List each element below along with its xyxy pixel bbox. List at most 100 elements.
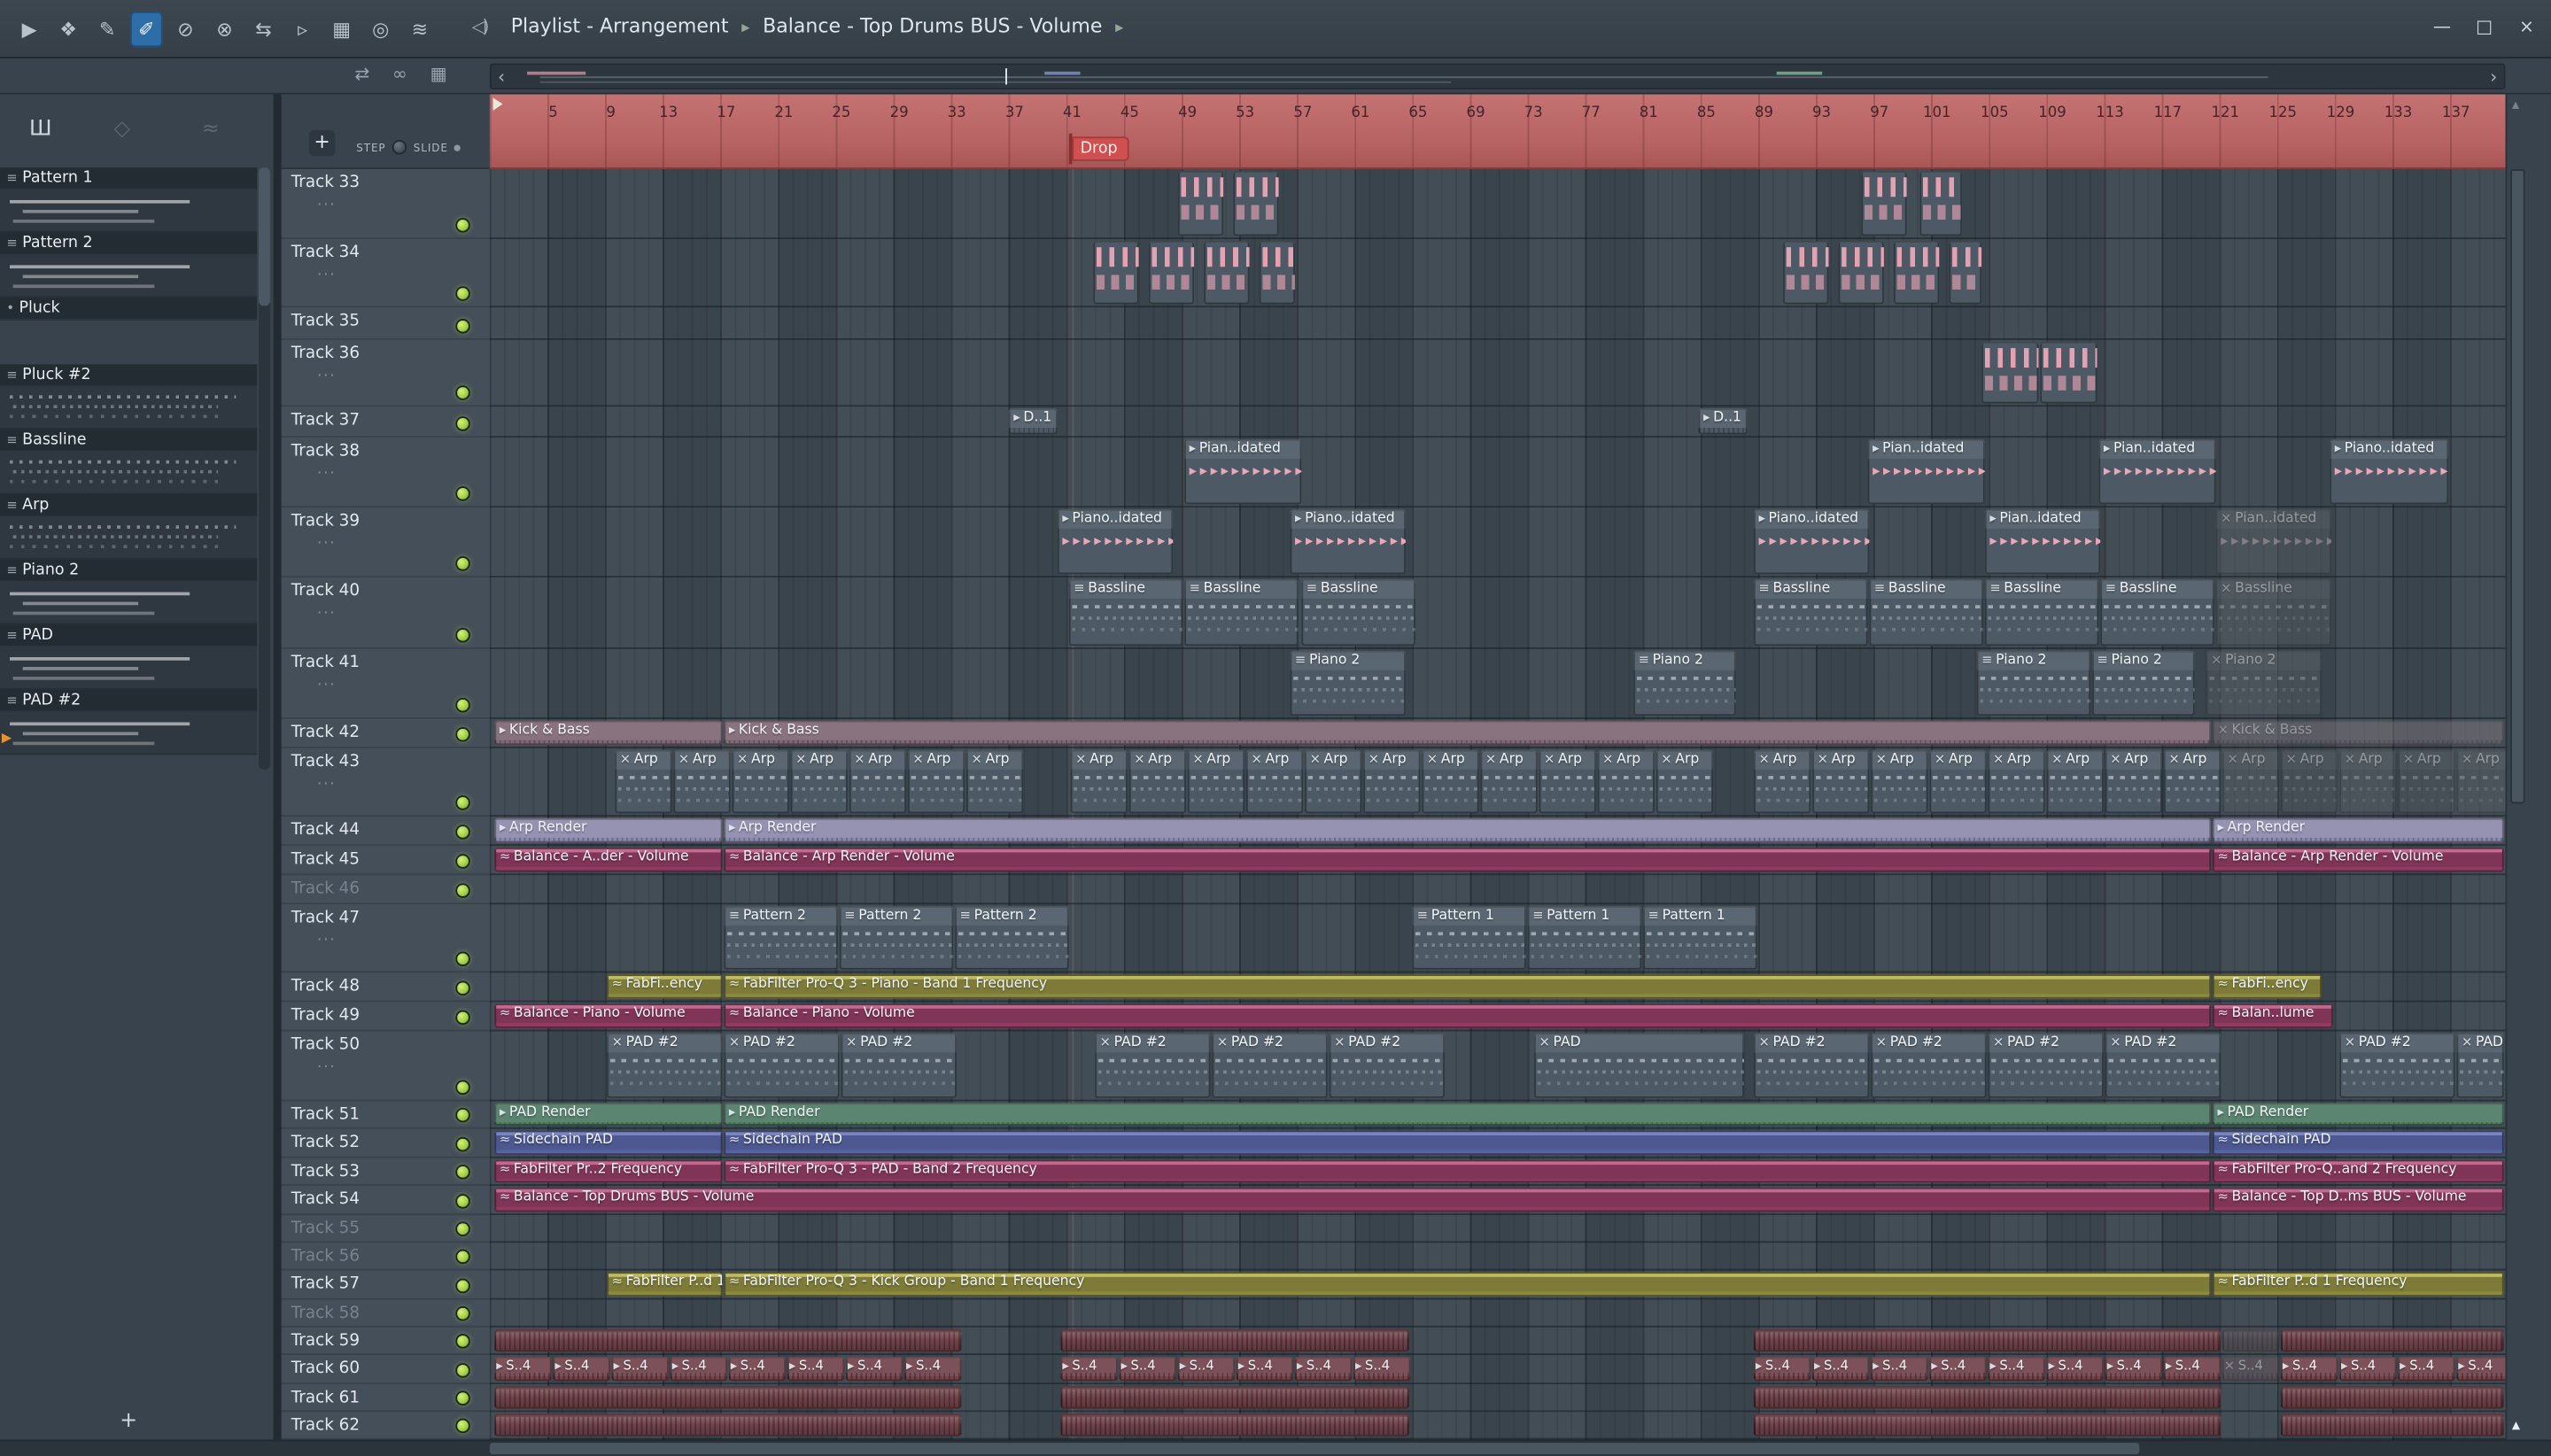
clip-drum2[interactable] [1981, 341, 2039, 404]
clip-sidechain-pad[interactable]: ≈ Sidechain PAD [2212, 1130, 2504, 1156]
track-mute-led[interactable] [455, 825, 470, 840]
clip-pad-2[interactable]: ×PAD #2 [841, 1033, 957, 1098]
clip-pad-2[interactable]: ×PAD #2 [1988, 1033, 2104, 1098]
track-header-track-43[interactable]: Track 43... [281, 747, 490, 817]
clip-pad-2[interactable]: ×PAD #2 [2105, 1033, 2221, 1098]
clip-pad-2[interactable]: ×PAD #2 [607, 1033, 723, 1098]
track-header-track-46[interactable]: Track 46 [281, 875, 490, 905]
track-header-track-47[interactable]: Track 47... [281, 904, 490, 973]
clip-fabfilter-p-d-1-frequency[interactable]: ≈FabFilter P..d 1 Frequency [2212, 1272, 2504, 1297]
track-mute-led[interactable] [455, 795, 470, 810]
clip-pian-idated[interactable]: ▸ Pian..idated [2098, 438, 2216, 505]
pattern-preview[interactable] [0, 190, 258, 233]
clip-arp[interactable]: × Arp [849, 749, 907, 814]
clip-s-4[interactable]: ▸ S..4 [2398, 1356, 2455, 1382]
clip-piano-2[interactable]: × Piano 2 [2206, 650, 2322, 716]
clip-arp[interactable]: × Arp [1871, 749, 1928, 814]
clip-pad-2[interactable]: ×PAD #2 [724, 1033, 840, 1098]
track-header-track-33[interactable]: Track 33... [281, 169, 490, 239]
clip-drum[interactable] [1893, 240, 1940, 305]
clip-s-4[interactable]: ▸ S..4 [2281, 1356, 2338, 1382]
clip-arp[interactable]: × Arp [2163, 749, 2221, 814]
clip-arp[interactable]: × Arp [2398, 749, 2455, 814]
close-button[interactable]: × [2512, 13, 2541, 43]
clip-fabfilter-pro-q-and-2-frequency[interactable]: ≈ FabFilter Pro-Q..and 2 Frequency [2212, 1159, 2504, 1183]
clip-bassline[interactable]: × Bassline [2215, 578, 2332, 647]
track-header-track-35[interactable]: Track 35 [281, 307, 490, 340]
clip-s-4[interactable]: ▸ S..4 [846, 1356, 903, 1382]
clip-drum[interactable] [1148, 240, 1195, 305]
track-header-track-53[interactable]: Track 53 [281, 1158, 490, 1186]
clip-s-4[interactable]: ▸ S..4 [494, 1356, 552, 1382]
clip-arp[interactable]: × Arp [1245, 749, 1304, 814]
clip-drum[interactable] [1177, 170, 1224, 236]
clip-strip[interactable] [1753, 1328, 2221, 1352]
clip-fabfilter-p-d-1-frequency[interactable]: ≈FabFilter P..d 1 Frequency [607, 1272, 723, 1297]
track-header-track-59[interactable]: Track 59 [281, 1327, 490, 1355]
clip-arp[interactable]: × Arp [615, 749, 672, 814]
clip-pattern-1[interactable]: ≡ Pattern 1 [1643, 906, 1757, 970]
clip-pattern-2[interactable]: ≡ Pattern 2 [955, 906, 1069, 970]
track-mute-led[interactable] [455, 318, 470, 334]
pattern-item-pattern-2[interactable]: ≡ Pattern 2 [0, 232, 258, 256]
clip-arp-render[interactable]: ▸ Arp Render [2212, 817, 2504, 843]
draw-tool[interactable]: ✎ [91, 12, 124, 47]
play-icon[interactable]: ▶ [13, 12, 46, 47]
clip-piano-2[interactable]: ≡ Piano 2 [2092, 650, 2195, 716]
track-mute-led[interactable] [455, 1363, 470, 1378]
select-tool[interactable]: ▦ [325, 12, 358, 47]
clip-arp[interactable]: × Arp [732, 749, 789, 814]
timeline-scrollbar[interactable]: ‹ › [489, 63, 2506, 90]
fl-logo-icon[interactable]: ❖ [52, 12, 85, 47]
clip-arp-render[interactable]: ▸ Arp Render [724, 817, 2212, 843]
clip-arp[interactable]: × Arp [673, 749, 731, 814]
mute-tool[interactable]: ⊗ [208, 12, 241, 47]
pattern-item-arp[interactable]: ≡ Arp [0, 494, 258, 518]
breadcrumb-target[interactable]: Balance - Top Drums BUS - Volume [763, 15, 1102, 38]
clip-s-4[interactable]: ▸ S..4 [2456, 1356, 2506, 1382]
clip-arp[interactable]: × Arp [2105, 749, 2163, 814]
track-mute-led[interactable] [455, 556, 470, 571]
pattern-preview[interactable] [0, 647, 258, 690]
track-mute-led[interactable] [455, 218, 470, 233]
track-mute-led[interactable] [455, 416, 470, 431]
clip-s-4[interactable]: ▸ S..4 [670, 1356, 728, 1382]
vertical-scrollbar[interactable]: ▴ ▴ [2505, 94, 2529, 1440]
clip-arp[interactable]: × Arp [1187, 749, 1245, 814]
pattern-item-pad[interactable]: ≡ PAD [0, 624, 258, 648]
clip-s-4[interactable]: ▸ S..4 [1929, 1356, 1987, 1382]
track-header-track-45[interactable]: Track 45 [281, 846, 490, 876]
clip-strip[interactable] [1753, 1385, 2221, 1409]
pattern-preview[interactable] [0, 517, 258, 560]
clip-pad-render[interactable]: ▸ PAD Render [724, 1103, 2212, 1127]
clip-balance-arp-render-volume[interactable]: ≈ Balance - Arp Render - Volume [724, 847, 2212, 872]
pattern-preview[interactable] [0, 255, 258, 298]
clip-pattern-2[interactable]: ≡ Pattern 2 [724, 906, 838, 970]
clip-strip[interactable] [2221, 1328, 2280, 1352]
track-mute-led[interactable] [455, 1390, 470, 1406]
clip-bassline[interactable]: ≡ Bassline [1984, 578, 2099, 647]
pattern-item-pluck[interactable]: • Pluck [0, 298, 258, 321]
track-mute-led[interactable] [455, 1278, 470, 1294]
timeline-ruler[interactable]: Drop 5 9 13 17 21 25 29 33 37 41 45 49 53 57 61 65 69 73 7… [489, 94, 2506, 170]
playback-tool[interactable]: ▹ [286, 12, 319, 47]
add-track-button[interactable]: + [308, 129, 336, 157]
track-mute-led[interactable] [455, 697, 470, 713]
clip-bassline[interactable]: ≡ Bassline [1301, 578, 1415, 647]
focus-icon[interactable]: ⇄ [354, 64, 369, 85]
song-start-marker[interactable] [492, 97, 503, 111]
clip-fabfi-ency[interactable]: ≈ FabFi..ency [607, 974, 723, 999]
clip-s-4[interactable]: ▸ S..4 [904, 1356, 962, 1382]
clip-pattern-2[interactable]: ≡ Pattern 2 [839, 906, 954, 970]
clip-s-4[interactable]: ▸ S..4 [2339, 1356, 2397, 1382]
clip-strip[interactable] [1060, 1385, 1409, 1409]
clip-arp[interactable]: × Arp [907, 749, 965, 814]
clip-kick-bass[interactable]: ▸ Kick & Bass [494, 720, 723, 746]
preview-tool[interactable]: ≋ [404, 12, 437, 47]
clip-arp[interactable]: × Arp [1929, 749, 1987, 814]
clip-drum[interactable] [1093, 240, 1139, 305]
clip-fabfilter-pro-q-3-piano-band-1-frequency[interactable]: ≈ FabFilter Pro-Q 3 - Piano - Band 1 Freq… [724, 974, 2212, 999]
clip-strip[interactable] [494, 1385, 962, 1409]
clip-s-4[interactable]: ▸ S..4 [728, 1356, 787, 1382]
track-header-track-51[interactable]: Track 51 [281, 1101, 490, 1129]
